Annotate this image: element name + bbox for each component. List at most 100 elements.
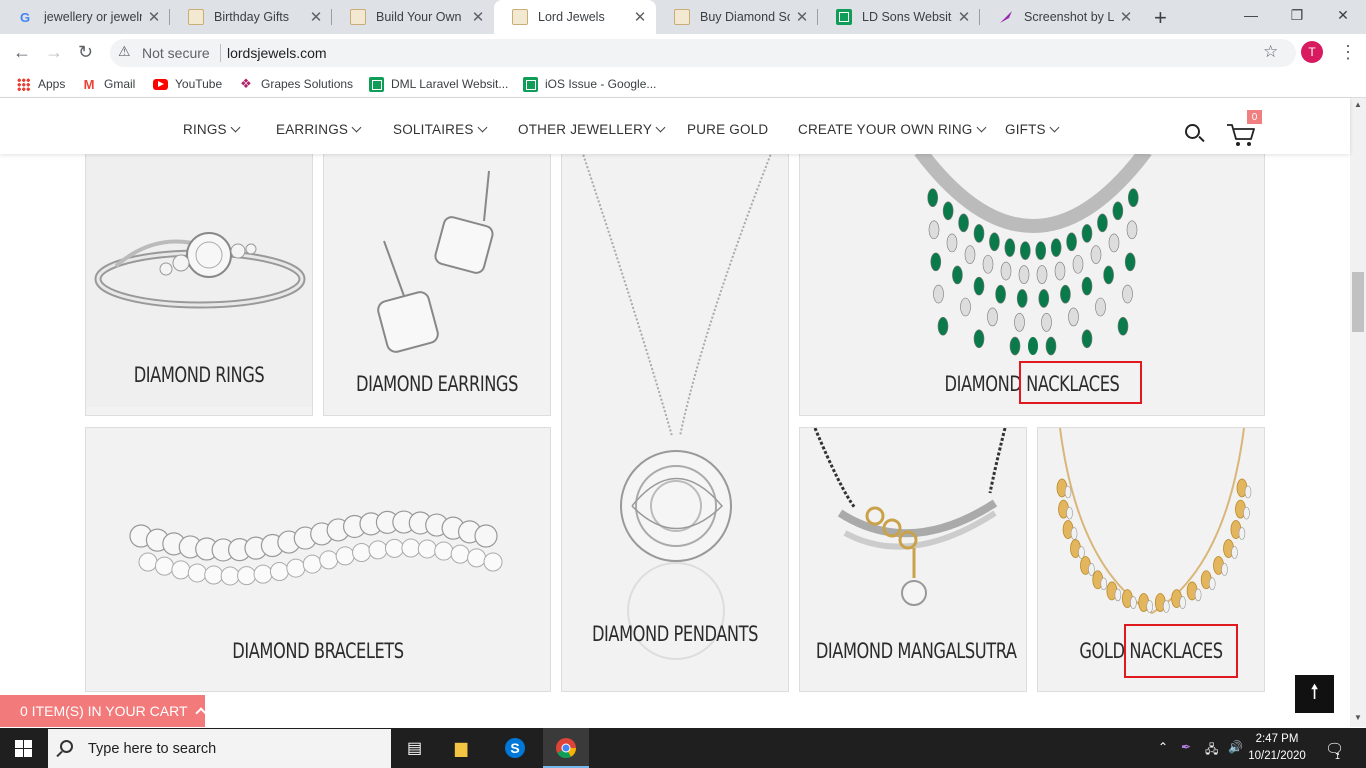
cart-icon[interactable] [1226, 122, 1256, 148]
grapes-icon: ❖ [240, 76, 252, 91]
windows-start-icon[interactable] [15, 740, 32, 757]
tab-close-icon[interactable]: ✕ [1118, 8, 1134, 26]
search-icon[interactable] [1185, 124, 1200, 139]
tab-screenshot[interactable]: Screenshot by Ligh ✕ [980, 0, 1142, 34]
search-icon [60, 740, 73, 753]
nav-solitaires[interactable]: SOLITAIRES [393, 122, 487, 137]
bookmark-grapes[interactable]: ❖ Grapes Solutions [238, 76, 353, 92]
gem-drop [1068, 307, 1079, 327]
warning-icon[interactable]: ⚠ [118, 43, 131, 60]
scroll-down-icon[interactable]: ▼ [1354, 713, 1362, 722]
bookmark-apps[interactable]: Apps [15, 76, 65, 92]
category-diamond-bracelets[interactable]: DIAMOND BRACELETS [85, 427, 551, 692]
nav-pure-gold[interactable]: PURE GOLD [687, 122, 768, 137]
volume-icon[interactable]: 🔊 [1228, 740, 1243, 754]
notification-count: 1 [1335, 751, 1341, 761]
category-diamond-pendants[interactable]: DIAMOND PENDANTS [561, 150, 789, 692]
gem-drop [1081, 276, 1093, 296]
nav-earrings[interactable]: EARRINGS [276, 122, 362, 137]
taskbar-search[interactable]: Type here to search [48, 729, 391, 768]
category-diamond-mangalsutra[interactable]: DIAMOND MANGALSUTRA [799, 427, 1027, 692]
url-text[interactable]: lordsjewels.com [227, 45, 327, 61]
diamond-stone [269, 562, 289, 582]
bookmark-youtube[interactable]: YouTube [152, 76, 222, 92]
scrollbar[interactable] [1350, 98, 1366, 727]
tab-ld-sons[interactable]: LD Sons Website I ✕ [818, 0, 980, 34]
bookmark-ios-issue[interactable]: iOS Issue - Google... [522, 76, 656, 92]
back-icon[interactable]: ← [13, 42, 31, 63]
system-clock[interactable]: 2:47 PM 10/21/2020 [1246, 731, 1308, 765]
network-icon[interactable]: 🖧 [1205, 740, 1218, 761]
divider [220, 44, 221, 62]
tab-close-icon[interactable]: ✕ [146, 8, 162, 26]
profile-avatar[interactable]: T [1301, 41, 1323, 63]
gem-drop [930, 252, 942, 272]
diamond-stone [204, 565, 224, 585]
tab-close-icon[interactable]: ✕ [632, 8, 648, 26]
category-label: DIAMOND PENDANTS [591, 622, 759, 646]
cart-summary-bar[interactable]: 0 ITEM(S) IN YOUR CART [0, 695, 207, 727]
category-diamond-earrings[interactable]: DIAMOND EARRINGS [323, 150, 551, 416]
nav-other-jewellery[interactable]: OTHER JEWELLERY [518, 122, 666, 137]
gem-drop [1117, 316, 1129, 336]
gem-drop [1127, 188, 1139, 208]
tab-close-icon[interactable]: ✕ [794, 8, 810, 26]
close-window-icon[interactable]: ✕ [1320, 0, 1366, 30]
nav-gifts[interactable]: GIFTS [1005, 122, 1060, 137]
bookmark-star-icon[interactable]: ☆ [1263, 42, 1278, 62]
lord-jewels-icon [674, 9, 690, 25]
tab-lord-jewels[interactable]: Lord Jewels ✕ [494, 0, 656, 34]
skype-icon[interactable]: S [505, 738, 525, 758]
chevron-up-icon[interactable]: ⌃ [1158, 740, 1168, 754]
gem-drop [946, 233, 958, 253]
task-view-icon[interactable]: ▤ [407, 738, 422, 758]
diamond-accent [1146, 600, 1153, 613]
tab-close-icon[interactable]: ✕ [956, 8, 972, 26]
tab-close-icon[interactable]: ✕ [308, 8, 324, 26]
bookmark-label: Apps [38, 77, 66, 91]
chevron-down-icon [230, 122, 241, 133]
diamond-accent [1163, 600, 1170, 613]
back-to-top-button[interactable]: 🠕 [1295, 675, 1334, 713]
category-diamond-rings[interactable]: DIAMOND RINGS [85, 150, 313, 416]
lightshot-tray-icon[interactable]: ✒ [1181, 740, 1191, 754]
lord-jewels-icon [512, 9, 528, 25]
scroll-up-icon[interactable]: ▲ [1354, 100, 1362, 109]
tab-buy-diamond[interactable]: Buy Diamond Solit ✕ [656, 0, 818, 34]
nav-create-your-own-ring[interactable]: CREATE YOUR OWN RING [798, 122, 986, 137]
nav-rings[interactable]: RINGS [183, 122, 241, 137]
chevron-down-icon [655, 122, 666, 133]
scrollbar-thumb[interactable] [1352, 272, 1364, 332]
pendant-image [581, 151, 773, 660]
security-label[interactable]: Not secure [142, 45, 210, 61]
diamond-accent [1114, 588, 1122, 602]
gem-drop [1126, 220, 1138, 240]
reload-icon[interactable]: ↻ [78, 42, 93, 63]
gem-drop [1072, 254, 1084, 274]
file-explorer-icon[interactable]: ▆ [455, 738, 467, 758]
svg-text:G: G [20, 10, 30, 24]
forward-icon[interactable]: → [45, 42, 63, 63]
gem-drop [1016, 289, 1028, 308]
bookmark-gmail[interactable]: M Gmail [81, 76, 136, 92]
gem-drop [1112, 201, 1124, 221]
bookmark-dml-laravel[interactable]: DML Laravel Websit... [368, 76, 508, 92]
tab-close-icon[interactable]: ✕ [470, 8, 486, 26]
maximize-icon[interactable]: ❐ [1274, 0, 1320, 30]
tab-birthday-gifts[interactable]: Birthday Gifts ✕ [170, 0, 332, 34]
tab-build-your-own[interactable]: Build Your Own Di ✕ [332, 0, 494, 34]
chevron-up-icon [194, 707, 207, 719]
gem-drop [1035, 241, 1047, 260]
taskbar-search-placeholder: Type here to search [88, 740, 217, 757]
gmail-icon: M [83, 76, 95, 92]
new-tab-icon[interactable]: + [1154, 5, 1167, 31]
arrow-up-icon: 🠕 [1310, 681, 1319, 703]
diamond-accent [1243, 506, 1250, 520]
menu-icon[interactable]: ⋮ [1339, 42, 1357, 63]
tab-google-search[interactable]: G jewellery or jewelr ✕ [0, 0, 170, 34]
chevron-down-icon [477, 122, 487, 133]
minimize-icon[interactable]: — [1228, 0, 1274, 30]
gem-drop [1014, 313, 1025, 332]
gem-drop [1090, 245, 1102, 264]
diamond-stone [368, 540, 388, 560]
